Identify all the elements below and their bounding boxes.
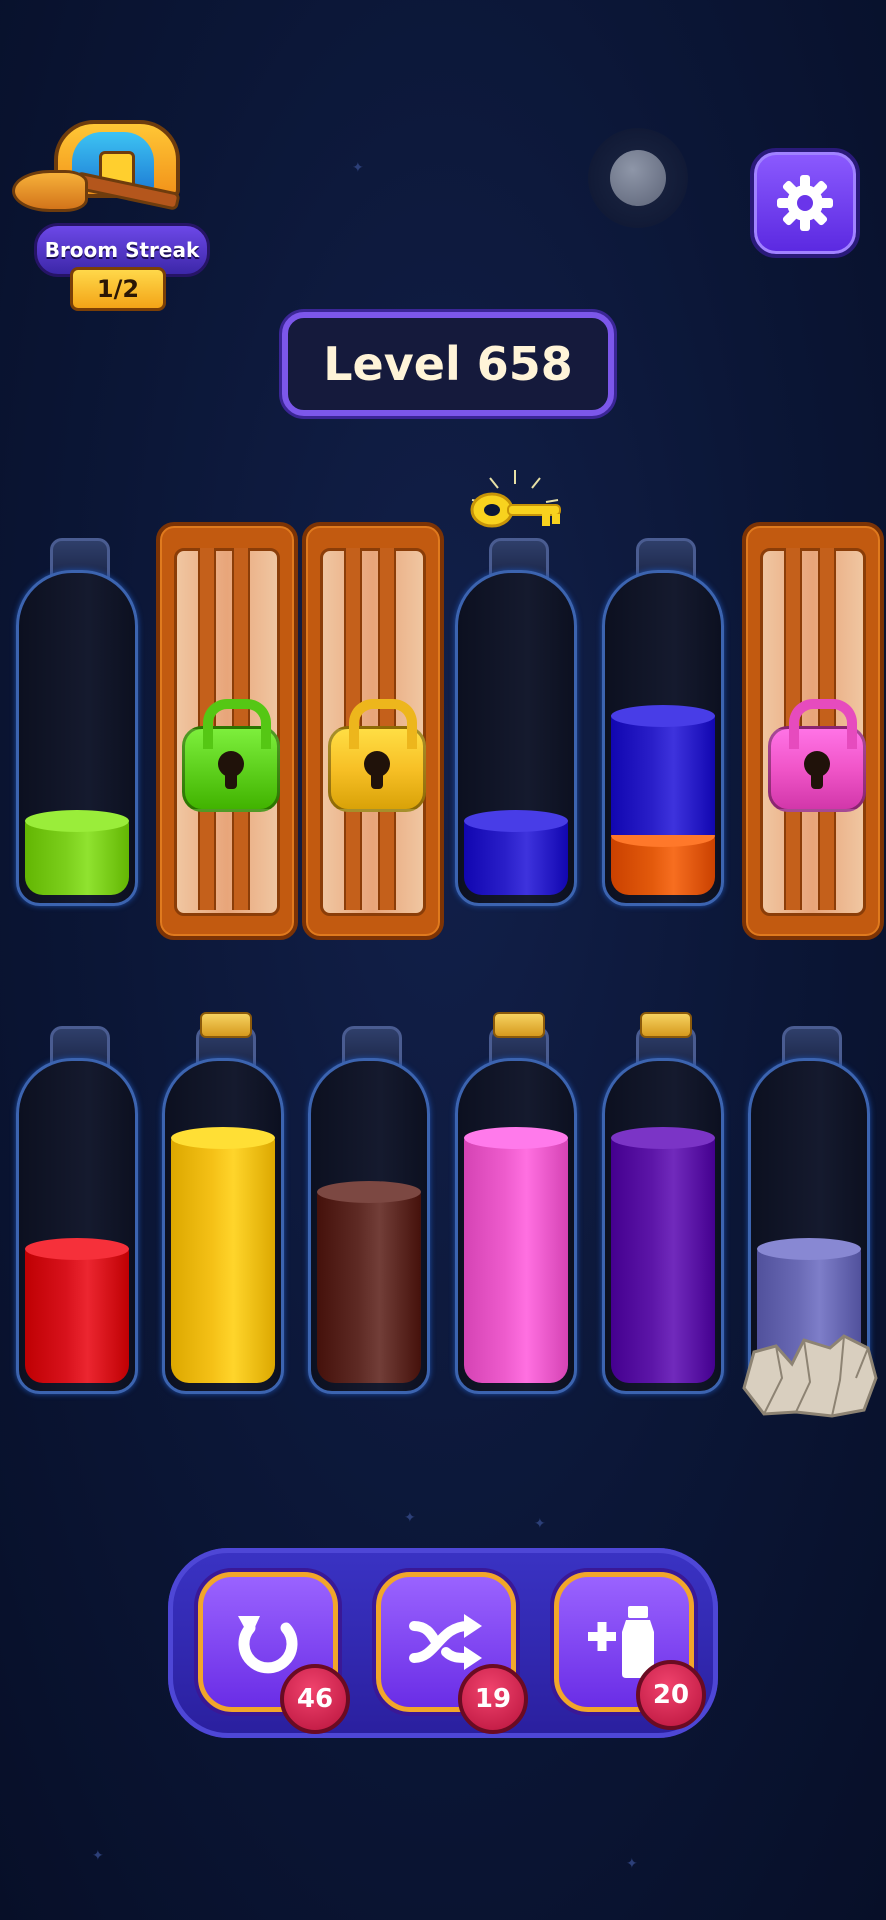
liquid-layer: [464, 810, 568, 895]
rock-obstacle: [742, 1334, 878, 1418]
liquid-layer: [25, 810, 129, 895]
bottom-bottle-3[interactable]: [308, 1026, 430, 1396]
bottle-glass: [602, 570, 724, 906]
key-icon: [470, 470, 561, 528]
liquid-layer: [464, 1127, 568, 1383]
cork-icon: [200, 1012, 252, 1038]
top-bottle-1[interactable]: [16, 538, 138, 908]
bottle-glass: [16, 1058, 138, 1394]
cork-icon: [640, 1012, 692, 1038]
bottle-glass: [162, 1058, 284, 1394]
bottle-glass: [602, 1058, 724, 1394]
broom-icon: [12, 170, 182, 212]
liquid-layer: [611, 825, 715, 895]
green-padlock-icon: [182, 699, 280, 812]
shuffle-count-badge: 19: [458, 1664, 528, 1734]
liquid-layer: [611, 705, 715, 835]
bottle-glass: [16, 570, 138, 906]
bottle-glass: [455, 570, 577, 906]
bottom-bottle-1[interactable]: [16, 1026, 138, 1396]
liquid-layer: [317, 1181, 421, 1383]
locked-bottle-crate-yellow[interactable]: [302, 522, 444, 940]
level-badge: Level 658: [282, 312, 614, 416]
broom-streak-count: 1/2: [70, 267, 166, 311]
star-decoration: ✦: [352, 160, 364, 176]
locked-bottle-crate-pink[interactable]: [742, 522, 884, 940]
undo-count-badge: 46: [280, 1664, 350, 1734]
powerup-toolbar: 46 19 20: [168, 1548, 718, 1738]
record-indicator: [588, 128, 688, 228]
yellow-padlock-icon: [328, 699, 426, 812]
liquid-layer: [611, 1127, 715, 1383]
star-decoration: ✦: [534, 1516, 546, 1532]
cork-icon: [493, 1012, 545, 1038]
add-bottle-count-badge: 20: [636, 1660, 706, 1730]
star-decoration: ✦: [404, 1510, 416, 1526]
star-decoration: ✦: [92, 1848, 104, 1864]
broom-streak-chest[interactable]: Broom Streak 1/2: [12, 115, 212, 311]
settings-button[interactable]: [750, 148, 860, 258]
bottom-bottle-5[interactable]: [602, 1012, 724, 1396]
top-bottle-5[interactable]: [602, 538, 724, 908]
bottle-glass: [455, 1058, 577, 1394]
bottle-glass: [308, 1058, 430, 1394]
level-label: Level 658: [323, 337, 573, 391]
top-bottle-4[interactable]: [455, 538, 577, 908]
bottom-bottle-4[interactable]: [455, 1012, 577, 1396]
liquid-layer: [171, 1127, 275, 1383]
liquid-layer: [25, 1238, 129, 1383]
bottom-bottle-2[interactable]: [162, 1012, 284, 1396]
gear-icon: [777, 175, 833, 231]
star-decoration: ✦: [626, 1856, 638, 1872]
locked-bottle-crate-green[interactable]: [156, 522, 298, 940]
pink-padlock-icon: [768, 699, 866, 812]
